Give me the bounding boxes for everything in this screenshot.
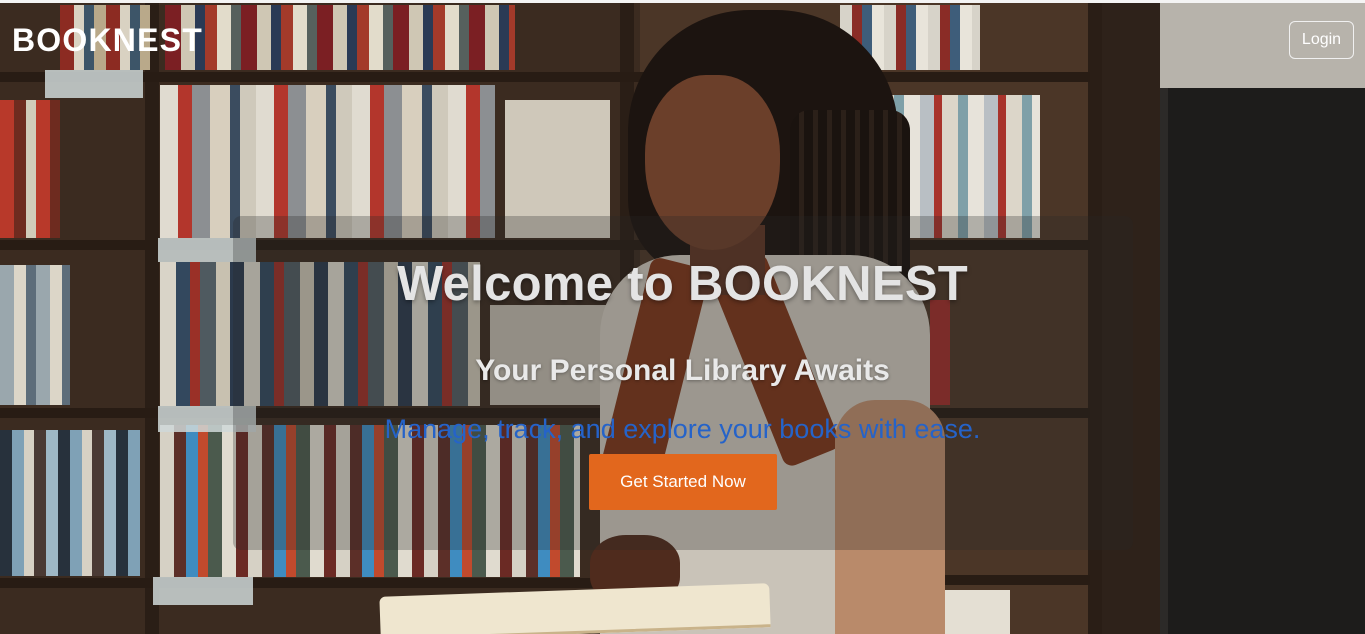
book-row bbox=[165, 5, 515, 70]
shelf-label bbox=[153, 577, 253, 605]
book-row bbox=[0, 430, 140, 576]
shelf-post bbox=[145, 3, 159, 634]
shelf-plank bbox=[0, 578, 640, 588]
login-button[interactable]: Login bbox=[1289, 21, 1354, 59]
shelf-label bbox=[45, 70, 143, 98]
brand-logo[interactable]: BOOKNEST bbox=[12, 22, 203, 59]
hero-tagline: Manage, track, and explore your books wi… bbox=[384, 414, 981, 444]
hero-title: Welcome to BOOKNEST bbox=[396, 257, 969, 311]
hero-subtitle: Your Personal Library Awaits bbox=[475, 354, 890, 387]
get-started-button[interactable]: Get Started Now bbox=[589, 454, 777, 510]
book-row bbox=[0, 100, 60, 238]
book-row bbox=[945, 590, 1010, 634]
